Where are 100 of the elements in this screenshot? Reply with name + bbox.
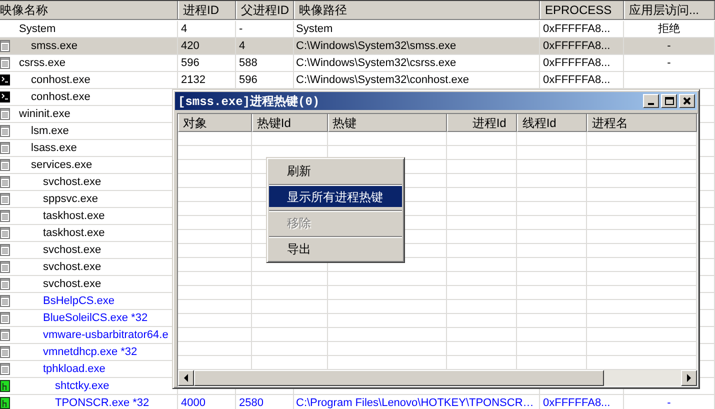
table-cell: 596 xyxy=(178,55,236,71)
table-cell: C:\Windows\System32\csrss.exe xyxy=(294,55,540,71)
column-header[interactable]: 线程Id xyxy=(517,114,588,132)
right-arrow-icon xyxy=(686,374,692,382)
menu-item[interactable]: 导出 xyxy=(269,236,402,259)
table-cell: C:\Program Files\Lenovo\HOTKEY\TPONSCR… xyxy=(294,395,540,409)
window-icon xyxy=(0,329,10,341)
process-name: BlueSoleilCS.exe *32 xyxy=(42,311,148,326)
column-header[interactable]: 父进程ID xyxy=(236,1,294,19)
window-icon xyxy=(0,363,10,375)
window-icon xyxy=(0,346,10,358)
table-cell: 0xFFFFFA8... xyxy=(540,72,624,88)
column-header[interactable]: EPROCESS xyxy=(540,1,624,19)
horizontal-scrollbar[interactable] xyxy=(178,370,697,386)
table-cell: - xyxy=(236,21,294,37)
window-icon xyxy=(0,261,10,273)
table-cell: 2132 xyxy=(178,72,236,88)
window-icon xyxy=(0,176,10,188)
column-header[interactable]: 进程名 xyxy=(587,114,697,132)
table-cell: 拒绝 xyxy=(624,21,715,37)
column-header[interactable]: 映像路径 xyxy=(294,1,540,19)
process-name: shtctky.exe xyxy=(54,379,110,394)
table-cell: 4 xyxy=(178,21,236,37)
window-icon xyxy=(0,142,10,154)
process-name: svchost.exe xyxy=(42,277,102,292)
table-row[interactable]: TPONSCR.exe *32 4000 2580 C:\Program Files\Lenovo\HOTKEY\TPONSCR… 0xFFFFFA8... - xyxy=(0,395,715,409)
window-icon xyxy=(0,227,10,239)
process-name: TPONSCR.exe *32 xyxy=(54,396,150,409)
process-name: services.exe xyxy=(30,158,92,173)
process-name: conhost.exe xyxy=(30,90,90,105)
column-header[interactable]: 对象 xyxy=(178,114,252,132)
table-cell: 0xFFFFFA8... xyxy=(540,38,624,54)
process-name: vmware-usbarbitrator64.e xyxy=(42,328,168,343)
process-name: vmnetdhcp.exe *32 xyxy=(42,345,138,360)
window-icon xyxy=(0,244,10,256)
process-name: svchost.exe xyxy=(42,175,102,190)
window-icon xyxy=(0,210,10,222)
table-cell: 0xFFFFFA8... xyxy=(540,55,624,71)
console-icon xyxy=(0,74,10,86)
close-button[interactable] xyxy=(679,94,695,108)
table-cell: 588 xyxy=(236,55,294,71)
process-name: taskhost.exe xyxy=(42,226,105,241)
minimize-button[interactable] xyxy=(643,94,659,108)
scroll-thumb[interactable] xyxy=(194,370,604,386)
column-header[interactable]: 热键Id xyxy=(252,114,328,132)
window-icon xyxy=(0,57,10,69)
program-icon xyxy=(0,397,10,409)
process-name: lsm.exe xyxy=(30,124,69,139)
window-title: [smss.exe]进程热键(0) xyxy=(178,94,320,110)
process-name: smss.exe xyxy=(30,39,78,54)
process-name: conhost.exe xyxy=(30,73,90,88)
table-cell: 0xFFFFFA8... xyxy=(540,21,624,37)
table-cell: C:\Windows\System32\conhost.exe xyxy=(294,72,540,88)
close-icon xyxy=(681,95,693,107)
window-icon xyxy=(0,312,10,324)
table-cell: 420 xyxy=(178,38,236,54)
window-icon xyxy=(0,40,10,52)
window-icon xyxy=(0,278,10,290)
scroll-left-button[interactable] xyxy=(178,370,194,386)
process-name: taskhost.exe xyxy=(42,209,105,224)
scroll-right-button[interactable] xyxy=(681,370,697,386)
table-cell: 0xFFFFFA8... xyxy=(540,395,624,409)
process-name: System xyxy=(18,22,56,37)
table-cell: 4000 xyxy=(178,395,236,409)
column-header[interactable]: 映像名称 xyxy=(0,1,178,19)
table-cell: - xyxy=(624,55,715,71)
left-arrow-icon xyxy=(183,374,189,382)
menu-item[interactable]: 显示所有进程热键 xyxy=(269,184,402,207)
column-header[interactable]: 进程ID xyxy=(178,1,236,19)
table-cell: - xyxy=(624,38,715,54)
window-icon xyxy=(0,159,10,171)
process-name: BsHelpCS.exe xyxy=(42,294,115,309)
menu-item[interactable]: 刷新 xyxy=(269,161,402,181)
console-icon xyxy=(0,91,10,103)
maximize-icon xyxy=(663,95,675,107)
process-name: svchost.exe xyxy=(42,260,102,275)
table-cell: 596 xyxy=(236,72,294,88)
process-name: tphkload.exe xyxy=(42,362,106,377)
table-cell: 2580 xyxy=(236,395,294,409)
minimize-icon xyxy=(648,103,654,105)
table-cell: 4 xyxy=(236,38,294,54)
table-cell: System xyxy=(294,21,540,37)
table-cell: C:\Windows\System32\smss.exe xyxy=(294,38,540,54)
table-cell: - xyxy=(624,395,715,409)
maximize-button[interactable] xyxy=(661,94,677,108)
process-name: lsass.exe xyxy=(30,141,77,156)
process-name: svchost.exe xyxy=(42,243,102,258)
column-header[interactable]: 热键 xyxy=(328,114,448,132)
window-icon xyxy=(0,125,10,137)
window-icon xyxy=(0,295,10,307)
table-row[interactable]: smss.exe 420 4 C:\Windows\System32\smss.exe 0xFFFFFA8... - xyxy=(0,38,715,55)
process-name: wininit.exe xyxy=(18,107,70,122)
process-name: csrss.exe xyxy=(18,56,66,71)
column-header[interactable]: 应用层访问... xyxy=(624,1,715,19)
window-icon xyxy=(0,108,10,120)
column-header[interactable]: 进程Id xyxy=(447,114,518,132)
window-icon xyxy=(0,193,10,205)
process-name: sppsvc.exe xyxy=(42,192,98,207)
table-row[interactable]: csrss.exe 596 588 C:\Windows\System32\csrss.exe 0xFFFFFA8... - xyxy=(0,55,715,72)
program-icon xyxy=(0,380,10,392)
